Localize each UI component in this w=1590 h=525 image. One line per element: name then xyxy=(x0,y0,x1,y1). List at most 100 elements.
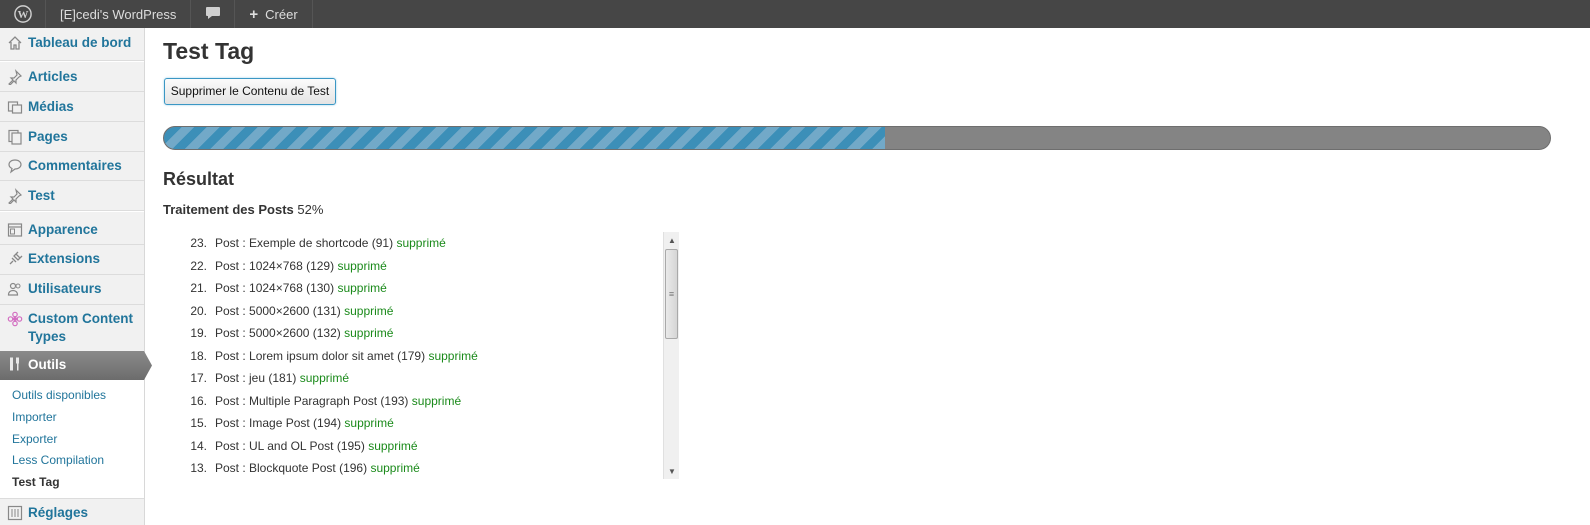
processing-label: Traitement des Posts xyxy=(163,202,294,217)
flower-icon xyxy=(7,311,23,327)
log-row: 14. Post : UL and OL Post (195) supprimé xyxy=(183,435,661,458)
log-row-status: supprimé xyxy=(428,348,478,363)
log-row-status: supprimé xyxy=(411,393,462,408)
log-row-status: supprimé xyxy=(370,461,420,475)
wordpress-logo-icon[interactable]: W xyxy=(0,0,46,28)
submenu-item-export[interactable]: Exporter xyxy=(12,432,57,446)
log-row-status: supprimé xyxy=(344,416,394,430)
menu-item-dashboard[interactable]: Tableau de bord xyxy=(0,34,144,52)
menu-separator xyxy=(0,121,144,122)
menu-item-appearance[interactable]: Apparence xyxy=(0,221,144,239)
appearance-icon xyxy=(7,222,23,238)
log-row-text: Post : 1024×768 (130) xyxy=(215,281,335,295)
new-content-label: Créer xyxy=(265,6,298,22)
result-heading: Résultat xyxy=(163,169,235,189)
admin-sidebar: Tableau de bord Articles Médias Pages Co… xyxy=(0,28,152,525)
menu-item-label: Custom Content Types xyxy=(28,311,133,344)
log-row: 15. Post : Image Post (194) supprimé xyxy=(183,412,661,435)
menu-item-label: Commentaires xyxy=(28,158,122,173)
menu-separator xyxy=(0,151,144,152)
menu-item-users[interactable]: Utilisateurs xyxy=(0,280,144,298)
log-row-status: supprimé xyxy=(337,281,387,295)
log-scroll-box[interactable]: 23. Post : Exemple de shortcode (91) supp… xyxy=(183,232,679,479)
main-content: Test Tag Supprimer le Contenu de Test Ré… xyxy=(145,28,1590,525)
home-icon xyxy=(7,35,23,51)
pushpin-icon xyxy=(7,188,23,204)
settings-icon xyxy=(7,505,23,521)
submenu-item-test-tag[interactable]: Test Tag xyxy=(12,475,60,489)
menu-item-test[interactable]: Test xyxy=(0,187,144,205)
menu-item-comments[interactable]: Commentaires xyxy=(0,157,144,175)
menu-item-media[interactable]: Médias xyxy=(0,98,144,116)
log-row: 22. Post : 1024×768 (129) supprimé xyxy=(183,255,661,278)
menu-item-label: Tableau de bord xyxy=(28,35,132,50)
submenu-item-available-tools[interactable]: Outils disponibles xyxy=(12,388,106,402)
log-row-text: Post : 5000×2600 (132) xyxy=(215,326,341,340)
menu-item-label: Réglages xyxy=(28,505,89,520)
menu-item-label: Outils xyxy=(28,356,67,372)
log-scrollbar[interactable]: ▲ ≡ ▼ xyxy=(663,232,679,479)
submenu-item-import[interactable]: Importer xyxy=(12,410,57,424)
log-row-text: Post : 5000×2600 (131) xyxy=(215,303,341,318)
users-icon xyxy=(7,281,23,297)
menu-separator xyxy=(0,211,144,212)
log-row-number: 22. xyxy=(190,258,207,273)
log-row-text: Post : Multiple Paragraph Post (193) xyxy=(215,393,409,408)
tools-submenu: Outils disponibles Importer Exporter Les… xyxy=(0,380,144,498)
tools-icon xyxy=(7,356,23,372)
pages-icon xyxy=(7,129,23,145)
page-title: Test Tag xyxy=(163,38,255,64)
log-row-status: supprimé xyxy=(396,236,446,250)
menu-separator xyxy=(0,91,144,92)
delete-test-content-button[interactable]: Supprimer le Contenu de Test xyxy=(164,78,336,105)
scroll-down-arrow-icon[interactable]: ▼ xyxy=(664,463,679,479)
log-row-text: Post : Lorem ipsum dolor sit amet (179) xyxy=(215,348,426,363)
menu-item-label: Pages xyxy=(28,129,68,144)
log-row-text: Post : Image Post (194) xyxy=(215,416,342,430)
log-row-number: 17. xyxy=(190,371,207,385)
menu-separator xyxy=(0,274,144,275)
menu-item-pages[interactable]: Pages xyxy=(0,128,144,146)
menu-item-plugins[interactable]: Extensions xyxy=(0,250,144,268)
svg-text:W: W xyxy=(17,9,28,21)
new-content-menu[interactable]: + Créer xyxy=(235,0,313,28)
log-row-number: 15. xyxy=(190,416,207,430)
log-row-status: supprimé xyxy=(344,326,394,340)
menu-separator xyxy=(0,304,144,305)
log-row-number: 21. xyxy=(190,281,207,295)
menu-separator xyxy=(0,180,144,181)
log-row-status: supprimé xyxy=(368,438,418,453)
comment-icon xyxy=(7,158,23,174)
log-row-text: Post : jeu (181) xyxy=(215,371,297,385)
log-row-text: Post : 1024×768 (129) xyxy=(215,258,335,273)
submenu-item-less-compilation[interactable]: Less Compilation xyxy=(12,453,104,467)
admin-bar: W [E]cedi's WordPress + Créer xyxy=(0,0,1590,28)
scroll-thumb[interactable]: ≡ xyxy=(665,249,678,339)
log-row-number: 13. xyxy=(190,461,207,475)
scroll-up-arrow-icon[interactable]: ▲ xyxy=(664,232,679,248)
menu-item-label: Utilisateurs xyxy=(28,281,102,296)
log-row-number: 16. xyxy=(190,393,207,408)
menu-item-label: Articles xyxy=(28,69,78,84)
menu-separator xyxy=(0,244,144,245)
log-row: 17. Post : jeu (181) supprimé xyxy=(183,367,661,390)
log-row-text: Post : UL and OL Post (195) xyxy=(215,438,365,453)
menu-item-settings[interactable]: Réglages xyxy=(0,504,144,522)
site-name-link[interactable]: [E]cedi's WordPress xyxy=(46,0,192,28)
comments-button[interactable] xyxy=(191,0,236,28)
log-row-number: 20. xyxy=(190,303,207,318)
log-row-text: Post : Exemple de shortcode (91) xyxy=(215,236,394,250)
menu-item-articles[interactable]: Articles xyxy=(0,68,144,86)
processing-percent: 52% xyxy=(297,202,324,217)
media-icon xyxy=(7,99,23,115)
progress-bar xyxy=(163,126,1551,150)
menu-item-tools[interactable]: Outils xyxy=(0,351,152,380)
log-row-status: supprimé xyxy=(344,303,394,318)
log-row: 16. Post : Multiple Paragraph Post (193) … xyxy=(183,390,661,413)
log-row: 13. Post : Blockquote Post (196) supprimé xyxy=(183,457,661,479)
log-row-status: supprimé xyxy=(299,371,350,385)
log-row: 18. Post : Lorem ipsum dolor sit amet (17… xyxy=(183,345,661,368)
menu-item-custom-content-types[interactable]: Custom Content Types xyxy=(0,310,140,346)
processing-status: Traitement des Posts 52% xyxy=(163,202,323,217)
menu-active-label: Outils xyxy=(7,356,66,372)
